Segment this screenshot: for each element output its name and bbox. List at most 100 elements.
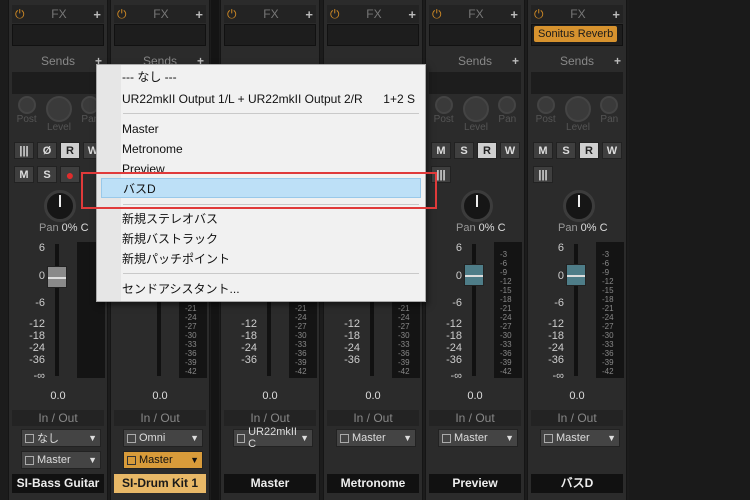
send-level-knob[interactable]: [46, 96, 72, 122]
mute-button[interactable]: M: [431, 142, 451, 159]
scale-label: 6: [455, 242, 462, 254]
power-icon[interactable]: ⏻: [534, 7, 544, 22]
fx-slot[interactable]: [327, 24, 419, 46]
fx-slot[interactable]: Sonitus Reverb: [531, 24, 623, 46]
power-icon[interactable]: ⏻: [227, 7, 237, 22]
menu-item-master[interactable]: Master: [121, 119, 421, 139]
fx-slot[interactable]: [114, 24, 206, 46]
channel-strip: ⏻ FX + Sonitus Reverb Sends + Post Level Pa…: [527, 0, 627, 500]
volume-fader[interactable]: [566, 264, 586, 286]
output-icon: [25, 455, 34, 465]
fx-header: ⏻ FX +: [114, 5, 206, 23]
channel-strip: ⏻ FX + Sends + Post Level Pan M S R W ||| P…: [425, 0, 525, 500]
track-name[interactable]: Master: [224, 474, 316, 493]
volume-fader[interactable]: [47, 266, 67, 288]
track-name[interactable]: Preview: [429, 474, 521, 493]
scale-label: -24: [344, 342, 360, 354]
power-icon[interactable]: ⏻: [432, 7, 442, 22]
power-icon[interactable]: ⏻: [330, 7, 340, 22]
post-toggle[interactable]: [536, 96, 555, 114]
meter-scale: -21 -24 -27 -30 -33 -36 -39 -42: [398, 304, 410, 376]
menu-item-new-patch-point[interactable]: 新規パッチポイント: [121, 249, 421, 269]
send-level-knob[interactable]: [565, 96, 591, 122]
pan-control: Pan 0% C: [528, 190, 626, 236]
pan-knob[interactable]: [461, 190, 493, 222]
track-name[interactable]: SI-Bass Guitar: [12, 474, 104, 493]
fx-slot[interactable]: [12, 24, 104, 46]
read-button[interactable]: R: [477, 142, 497, 159]
post-toggle[interactable]: [434, 96, 453, 114]
menu-item-metronome[interactable]: Metronome: [121, 139, 421, 159]
volume-fader[interactable]: [464, 264, 484, 286]
input-select[interactable]: Master ▼: [540, 429, 620, 447]
send-knobs: Post Level Pan: [429, 96, 521, 134]
read-button[interactable]: R: [60, 142, 80, 159]
send-slot[interactable]: [531, 72, 623, 94]
empty-console-area: [629, 0, 750, 500]
output-select[interactable]: Master ▼: [123, 451, 203, 469]
send-pan-knob[interactable]: [600, 96, 619, 114]
write-button[interactable]: W: [602, 142, 622, 159]
send-level-knob[interactable]: [463, 96, 489, 122]
add-fx-icon[interactable]: +: [408, 7, 416, 22]
track-name[interactable]: バスD: [531, 474, 623, 493]
send-slot[interactable]: [12, 72, 104, 94]
add-fx-icon[interactable]: +: [93, 7, 101, 22]
post-label: Post: [16, 114, 37, 125]
power-icon[interactable]: ⏻: [15, 7, 25, 22]
send-slot[interactable]: [429, 72, 521, 94]
read-button[interactable]: R: [579, 142, 599, 159]
plugin-sonitus-reverb[interactable]: Sonitus Reverb: [534, 26, 618, 42]
volume-readout: 0.0: [365, 390, 381, 402]
phase-button[interactable]: Ø: [37, 142, 57, 159]
input-select[interactable]: Master ▼: [438, 429, 518, 447]
pan-knob[interactable]: [563, 190, 595, 222]
chevron-down-icon: ▼: [505, 433, 514, 443]
power-icon[interactable]: ⏻: [117, 7, 127, 22]
sends-header: Sends +: [429, 52, 521, 70]
add-fx-icon[interactable]: +: [305, 7, 313, 22]
menu-item-new-stereo-bus[interactable]: 新規ステレオバス: [121, 209, 421, 229]
send-pan-knob[interactable]: [498, 96, 517, 114]
menu-item-send-assistant[interactable]: センドアシスタント...: [121, 279, 421, 299]
volume-readout: 0.0: [50, 390, 66, 402]
volume-readout: 0.0: [262, 390, 278, 402]
button-row-2: |||: [533, 166, 553, 183]
input-select[interactable]: Master ▼: [336, 429, 416, 447]
post-toggle[interactable]: [17, 96, 36, 114]
add-fx-icon[interactable]: +: [510, 7, 518, 22]
record-arm-button[interactable]: ●: [60, 166, 80, 183]
write-button[interactable]: W: [500, 142, 520, 159]
level-label: Level: [47, 122, 71, 133]
mute-button[interactable]: M: [533, 142, 553, 159]
mute-button[interactable]: M: [14, 166, 34, 183]
input-monitor-button[interactable]: |||: [533, 166, 553, 183]
input-select[interactable]: Omni ▼: [123, 429, 203, 447]
post-label: Post: [535, 114, 556, 125]
menu-item-none[interactable]: --- なし ---: [121, 67, 421, 87]
menu-item-new-bus-track[interactable]: 新規バストラック: [121, 229, 421, 249]
fx-slot[interactable]: [429, 24, 521, 46]
add-send-icon[interactable]: +: [512, 54, 519, 68]
input-monitor-button[interactable]: |||: [14, 142, 34, 159]
add-send-icon[interactable]: +: [614, 54, 621, 68]
scale-label: -6: [452, 297, 462, 309]
input-select[interactable]: なし ▼: [21, 429, 101, 447]
solo-button[interactable]: S: [454, 142, 474, 159]
output-select[interactable]: Master ▼: [21, 451, 101, 469]
send-knobs: Post Level Pan: [531, 96, 623, 134]
menu-item-ur22-output[interactable]: UR22mkII Output 1/L + UR22mkII Output 2/…: [121, 89, 421, 109]
track-name[interactable]: SI-Drum Kit 1: [114, 474, 206, 493]
solo-button[interactable]: S: [37, 166, 57, 183]
add-fx-icon[interactable]: +: [612, 7, 620, 22]
input-icon: [340, 433, 349, 443]
output-icon: [127, 455, 136, 465]
add-fx-icon[interactable]: +: [195, 7, 203, 22]
scale-label: -24: [446, 342, 462, 354]
fx-slot[interactable]: [224, 24, 316, 46]
pan-knob[interactable]: [44, 190, 76, 222]
input-select[interactable]: UR22mkII C ▼: [233, 426, 313, 450]
solo-button[interactable]: S: [556, 142, 576, 159]
track-name[interactable]: Metronome: [327, 474, 419, 493]
fader-section: 6 0 -6 -12 -18 -24 -36 -∞ -3 -6 -9 -12 -15 -1…: [528, 240, 626, 382]
